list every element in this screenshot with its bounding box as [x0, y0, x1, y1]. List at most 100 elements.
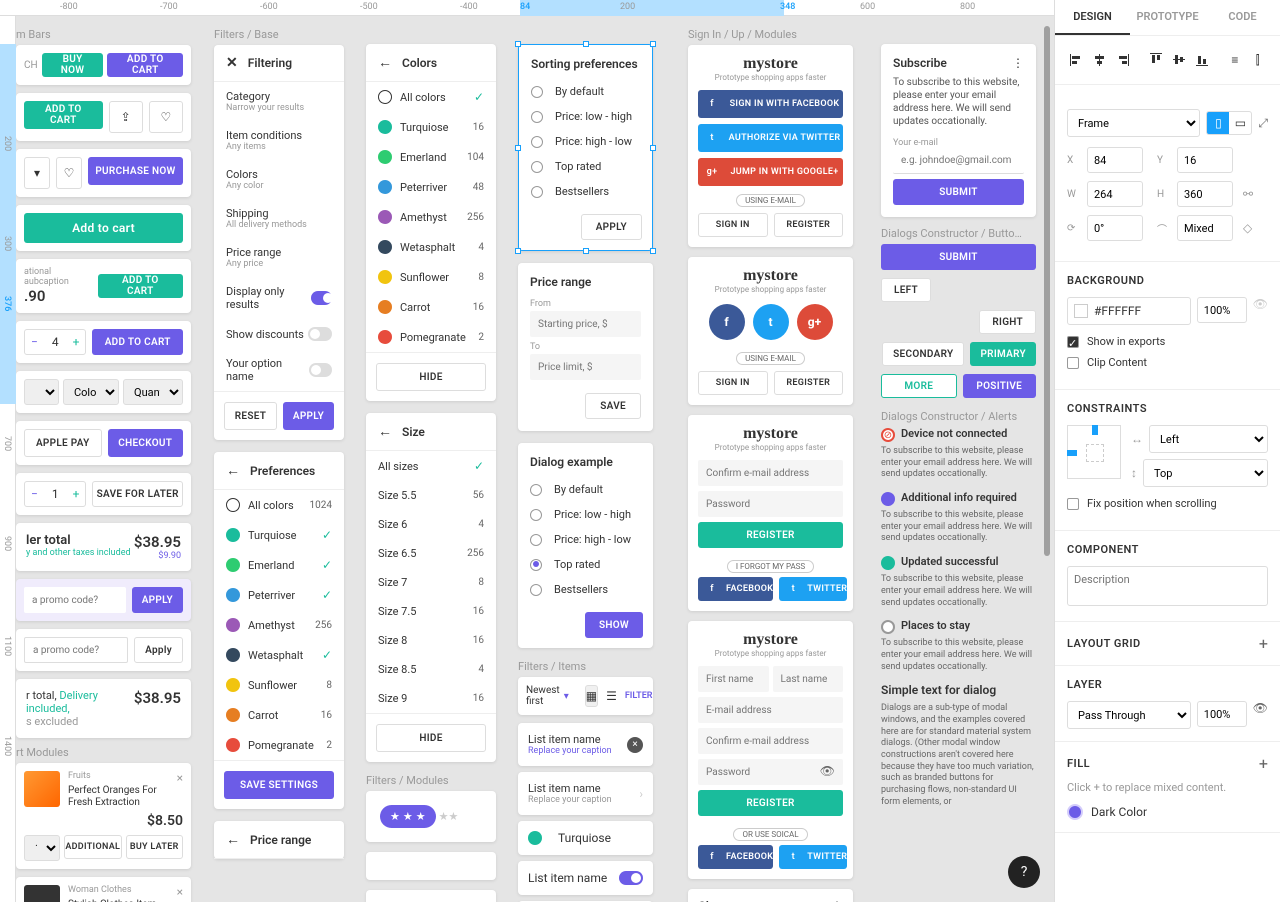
color-row[interactable]: Pomegranate2 — [366, 322, 496, 352]
eye-icon[interactable]: 👁 — [1253, 297, 1268, 325]
right-button[interactable]: RIGHT — [979, 310, 1036, 334]
align-center-v-icon[interactable] — [1169, 48, 1190, 72]
facebook-button[interactable]: fFACEBOOK — [698, 577, 773, 601]
layer-opacity-input[interactable] — [1197, 701, 1247, 727]
quantity-select[interactable]: Quantity — [123, 379, 183, 405]
x-input[interactable] — [1087, 147, 1143, 173]
apply-button[interactable]: Apply — [134, 637, 183, 663]
more-button[interactable]: MORE — [881, 374, 957, 398]
purchase-button[interactable]: PURCHASE NOW — [88, 157, 183, 185]
submit-button[interactable]: SUBMIT — [881, 244, 1036, 270]
reset-button[interactable]: RESET — [224, 402, 277, 430]
align-top-icon[interactable] — [1146, 48, 1167, 72]
sign-in-button[interactable]: SIGN IN — [698, 213, 768, 237]
sign-in-button[interactable]: SIGN IN — [698, 371, 768, 395]
align-left-icon[interactable] — [1067, 48, 1088, 72]
checkout-button[interactable]: CHECKOUT — [108, 429, 184, 457]
scrollbar[interactable] — [1044, 26, 1050, 556]
align-right-icon[interactable] — [1112, 48, 1133, 72]
close-icon[interactable]: × — [177, 771, 183, 785]
register-button[interactable]: REGISTER — [698, 522, 843, 548]
google-icon[interactable]: g+ — [797, 304, 833, 340]
chevron-right-icon[interactable]: › — [639, 787, 643, 801]
twitter-signin-button[interactable]: tAUTHORIZE VIA TWITTER — [698, 124, 843, 152]
grid-icon[interactable]: ▦ — [585, 685, 598, 707]
sort-option[interactable]: Top rated — [519, 154, 652, 179]
rotation-input[interactable] — [1087, 215, 1143, 241]
tab-prototype[interactable]: PROTOTYPE — [1130, 0, 1205, 35]
orientation-toggle[interactable]: ▯▭ — [1206, 111, 1252, 135]
filter-row[interactable]: CategoryNarrow your results — [214, 82, 344, 121]
color-row[interactable]: Carrot16 — [366, 292, 496, 322]
back-icon[interactable]: ← — [378, 423, 392, 440]
frame-type-select[interactable]: Frame — [1067, 109, 1200, 137]
size-row[interactable]: Size 78 — [366, 568, 496, 597]
save-button[interactable]: SAVE — [585, 393, 641, 419]
color-row[interactable]: Peterriver48 — [366, 172, 496, 202]
close-icon[interactable]: ✕ — [226, 55, 238, 71]
filter-row[interactable]: Item conditionsAny items — [214, 121, 344, 160]
heart-icon[interactable]: ♡ — [56, 157, 82, 189]
size-row[interactable]: Size 5.556 — [366, 481, 496, 510]
color-row[interactable]: Emerland104 — [366, 142, 496, 172]
size-row[interactable]: Size 8.54 — [366, 655, 496, 684]
pref-row[interactable]: Amethyst256 — [214, 610, 344, 640]
fix-position-checkbox[interactable] — [1067, 498, 1079, 510]
eye-icon[interactable]: 👁 — [1253, 701, 1268, 729]
sort-option[interactable]: Price: low - high — [519, 104, 652, 129]
save-settings-button[interactable]: SAVE SETTINGS — [224, 771, 334, 799]
sort-option[interactable]: Bestsellers — [519, 179, 652, 204]
facebook-signin-button[interactable]: fSIGN IN WITH FACEBOOK — [698, 90, 843, 118]
register-button[interactable]: REGISTER — [774, 371, 844, 395]
size-row[interactable]: Size 916 — [366, 684, 496, 713]
toggle-row[interactable]: Display only results — [214, 277, 344, 319]
pref-row[interactable]: Pomegranate2 — [214, 730, 344, 760]
color-row[interactable]: Wetasphalt4 — [366, 232, 496, 262]
additional-button[interactable]: ADDITIONAL — [64, 835, 122, 859]
heart-icon[interactable]: ♡ — [149, 101, 183, 133]
size-row[interactable]: Size 7.516 — [366, 597, 496, 626]
help-button[interactable]: ? — [1008, 856, 1040, 888]
register-button[interactable]: REGISTER — [698, 790, 843, 816]
hide-button[interactable]: HIDE — [376, 363, 486, 391]
select[interactable] — [24, 379, 59, 405]
filter-row[interactable]: Price rangeAny price — [214, 238, 344, 277]
qty-select[interactable]: 1 — [24, 835, 60, 861]
toggle-row[interactable]: Your option name — [214, 349, 344, 391]
price-to-input[interactable] — [530, 354, 641, 380]
dialog-option[interactable]: By default — [518, 477, 653, 502]
add-icon[interactable]: + — [1259, 634, 1268, 653]
back-icon[interactable]: ← — [378, 54, 392, 71]
constraint-v-select[interactable]: Top — [1143, 459, 1268, 487]
sort-dropdown[interactable]: Newest first▾ — [526, 685, 569, 707]
size-row[interactable]: Size 64 — [366, 510, 496, 539]
radius-input[interactable] — [1177, 215, 1233, 241]
constraints-widget[interactable] — [1067, 425, 1121, 479]
add-to-cart-button[interactable]: ADD TO CART — [98, 274, 183, 298]
password-input[interactable] — [698, 491, 843, 517]
rating-pill[interactable]: ★★★ — [380, 805, 436, 828]
pref-row[interactable]: Peterriver✓ — [214, 580, 344, 610]
sort-option[interactable]: Price: high - low — [519, 129, 652, 154]
size-row[interactable]: Size 816 — [366, 626, 496, 655]
add-icon[interactable]: + — [1259, 754, 1268, 773]
opacity-input[interactable] — [1197, 297, 1247, 323]
link-icon[interactable]: ⚯ — [1243, 187, 1253, 201]
pref-row[interactable]: Turquiose✓ — [214, 520, 344, 550]
size-row[interactable]: Size 6.5256 — [366, 539, 496, 568]
add-to-cart-button[interactable]: ADD TO CART — [24, 101, 103, 129]
hide-button[interactable]: HIDE — [376, 724, 486, 752]
pref-row[interactable]: Wetasphalt✓ — [214, 640, 344, 670]
buy-later-button[interactable]: BUY LATER — [126, 835, 184, 859]
w-input[interactable] — [1087, 181, 1143, 207]
filter-row[interactable]: ColorsAny color — [214, 160, 344, 199]
color-swatch[interactable] — [1067, 804, 1083, 820]
email-input[interactable] — [698, 697, 843, 723]
register-button[interactable]: REGISTER — [774, 213, 844, 237]
promo-input[interactable] — [24, 637, 128, 663]
show-button[interactable]: SHOW — [585, 612, 643, 638]
share-icon[interactable]: ⇪ — [109, 101, 143, 133]
pref-row[interactable]: Carrot16 — [214, 700, 344, 730]
facebook-button[interactable]: fFACEBOOK — [698, 845, 773, 869]
size-row[interactable]: All sizes✓ — [366, 451, 496, 481]
